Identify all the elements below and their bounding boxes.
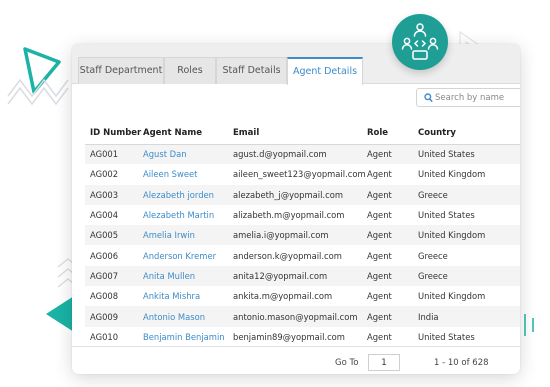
cell-id: AG009	[85, 306, 143, 327]
cell-country: India	[418, 306, 520, 327]
cell-country: Greece	[418, 265, 520, 287]
cell-email: amelia.i@yopmail.com	[233, 225, 367, 246]
cell-email: antonio.mason@yopmail.com	[233, 306, 367, 327]
cell-role: Agent	[367, 265, 418, 287]
search-icon	[424, 93, 433, 103]
agent-details-panel: Staff Department Roles Staff Details Age…	[72, 44, 520, 374]
cell-agent-name-link[interactable]: Aileen Sweet	[143, 164, 233, 184]
table-row[interactable]: AG008 Ankita Mishra ankita.m@yopmail.com…	[85, 286, 520, 306]
agent-network-badge	[392, 14, 448, 70]
cell-country: United States	[418, 144, 520, 165]
zigzag-decoration	[7, 78, 69, 106]
pager: Go To 1 - 10 of 628	[72, 346, 520, 374]
cell-role: Agent	[367, 210, 392, 221]
cell-email: alezabeth_j@yopmail.com	[233, 184, 367, 205]
tab-agent-details[interactable]: Agent Details	[287, 57, 363, 85]
column-header-country[interactable]: Country	[418, 122, 520, 145]
cell-id: AG001	[85, 144, 143, 165]
cell-agent-name-link[interactable]: Anderson Kremer	[143, 245, 233, 265]
cell-id: AG006	[90, 250, 119, 261]
cell-agent-name-link[interactable]: Alezabeth Martin	[143, 205, 233, 225]
table-header-row: ID Number Agent Name Email Role Country	[85, 122, 520, 145]
agent-table: ID Number Agent Name Email Role Country …	[85, 122, 520, 347]
cell-agent-name-link[interactable]: Amelia Irwin	[143, 225, 233, 246]
cell-agent-name-link[interactable]: Antonio Mason	[143, 306, 233, 327]
cell-role: Agent	[367, 144, 418, 165]
table-row[interactable]: AG003 Alezabeth jorden alezabeth_j@yopma…	[85, 184, 520, 205]
cell-country: United States	[418, 210, 475, 221]
cell-id: AG005	[85, 225, 143, 246]
cell-role: Agent	[367, 291, 392, 302]
table-row[interactable]: AG009 Antonio Mason antonio.mason@yopmai…	[85, 306, 520, 327]
cell-agent-name-link[interactable]: Alezabeth jorden	[143, 184, 233, 205]
cell-role: Agent	[367, 250, 392, 261]
search-box	[416, 88, 520, 107]
cell-email: aileen_sweet123@yopmail.com	[233, 169, 366, 180]
column-header-name[interactable]: Agent Name	[143, 122, 233, 145]
table-row[interactable]: AG005 Amelia Irwin amelia.i@yopmail.com …	[85, 225, 520, 246]
page-info: 1 - 10 of 628	[434, 358, 489, 368]
cell-email: agust.d@yopmail.com	[233, 144, 367, 165]
column-header-id[interactable]: ID Number	[85, 122, 143, 145]
column-header-email[interactable]: Email	[233, 122, 367, 145]
tab-staff-details[interactable]: Staff Details	[216, 57, 287, 84]
goto-page-input[interactable]	[368, 354, 400, 371]
table-row[interactable]: AG002 Aileen Sweet aileen_sweet123@yopma…	[85, 164, 520, 184]
cell-role: Agent	[367, 225, 418, 246]
cell-role: Agent	[367, 169, 392, 180]
cell-id: AG007	[85, 265, 143, 287]
cell-id: AG010	[90, 331, 119, 342]
table-row[interactable]: AG010 Benjamin Benjamin benjamin89@yopma…	[85, 327, 520, 347]
cell-country: United Kingdom	[418, 291, 486, 302]
tab-staff-department[interactable]: Staff Department	[78, 57, 164, 84]
cell-agent-name-link[interactable]: Agust Dan	[143, 144, 233, 165]
cell-id: AG008	[90, 291, 119, 302]
cell-role: Agent	[367, 184, 418, 205]
cell-country: United Kingdom	[418, 225, 520, 246]
cell-email: benjamin89@yopmail.com	[233, 331, 345, 342]
cell-agent-name-link[interactable]: Benjamin Benjamin	[143, 327, 233, 347]
cell-role: Agent	[367, 331, 392, 342]
cell-id: AG004	[90, 210, 119, 221]
cell-email: anita12@yopmail.com	[233, 265, 367, 287]
goto-label: Go To	[335, 358, 359, 368]
tab-bar: Staff Department Roles Staff Details Age…	[72, 44, 520, 85]
table-row[interactable]: AG001 Agust Dan agust.d@yopmail.com Agen…	[85, 144, 520, 165]
cell-country: Greece	[418, 250, 448, 261]
table-row[interactable]: AG004 Alezabeth Martin alizabeth.m@yopma…	[85, 205, 520, 225]
cell-country: United Kingdom	[418, 169, 486, 180]
cell-id: AG002	[90, 169, 119, 180]
search-input[interactable]	[435, 90, 519, 105]
agent-network-icon	[401, 23, 439, 60]
cell-id: AG003	[85, 184, 143, 205]
cell-email: ankita.m@yopmail.com	[233, 291, 333, 302]
column-header-role[interactable]: Role	[367, 122, 418, 145]
tab-roles[interactable]: Roles	[164, 57, 216, 84]
cell-country: Greece	[418, 184, 520, 205]
table-row[interactable]: AG007 Anita Mullen anita12@yopmail.com A…	[85, 265, 520, 287]
cell-country: United States	[418, 331, 475, 342]
table-row[interactable]: AG006 Anderson Kremer anderson.k@yopmail…	[85, 245, 520, 265]
cell-email: anderson.k@yopmail.com	[233, 250, 342, 261]
cell-email: alizabeth.m@yopmail.com	[233, 210, 345, 221]
cell-role: Agent	[367, 306, 418, 327]
cell-agent-name-link[interactable]: Anita Mullen	[143, 265, 233, 287]
cell-agent-name-link[interactable]: Ankita Mishra	[143, 286, 233, 306]
